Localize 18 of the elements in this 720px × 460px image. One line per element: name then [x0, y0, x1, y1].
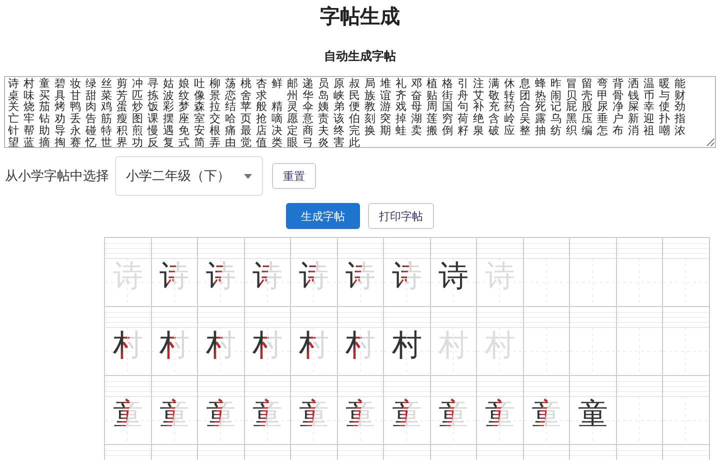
practice-cell [663, 306, 710, 375]
practice-cell [663, 237, 710, 306]
practice-cell [616, 237, 663, 306]
character-input[interactable]: 诗村童碧妆绿丝剪冲寻姑娘吐柳荡桃杏鲜邮递员原叔局堆礼邓植格引注满休息蜂昨冒留弯背洒温暖能桌味买具甘甜菜芳匹拣波纹像景恋舍求 州华岛峡民族谊齐奋贴街舟艾敬转团热闹贝壳甲骨钱币与财关烧茄烤鸭肉鸡蛋炒饭彩梦森拉结苹般精灵伞姨弟便教游戏母周国句补充药合死记屁股尿净屎幸使劲亡牢钻劝丢告筋瘦图课摆座室交哈页抢嘀愿意责该伯刻突掉湖莲穷荷绝含岭吴露乌黑压垂户新迎扑指针帮助导永碰特积煎慢遇免安根痛最店决定商夫终完换期蛙卖搬倒籽泉破应整抽纺织编怎布消祖嘲浓望蓝摘掏赛忆世界功反复式简弄由觉值类眼弓炎害此 [4, 76, 716, 148]
action-button[interactable]: 生成字帖 [286, 203, 360, 229]
action-button[interactable]: 打印字帖 [368, 203, 434, 229]
practice-character: 村 [392, 329, 422, 363]
grade-select[interactable]: 小学二年级（下） [115, 156, 263, 196]
practice-cell [616, 306, 663, 375]
practice-cell [570, 237, 616, 306]
practice-character: 诗 [438, 260, 468, 294]
practice-cell [663, 375, 710, 444]
caret-icon [244, 174, 252, 178]
page-subtitle: 自动生成字帖 [324, 48, 396, 64]
action-button[interactable]: 重置 [272, 163, 316, 189]
select-label: 从小学字帖中选择 [5, 168, 109, 185]
page-title: 字帖生成 [320, 4, 400, 28]
practice-character: 童 [578, 398, 608, 432]
